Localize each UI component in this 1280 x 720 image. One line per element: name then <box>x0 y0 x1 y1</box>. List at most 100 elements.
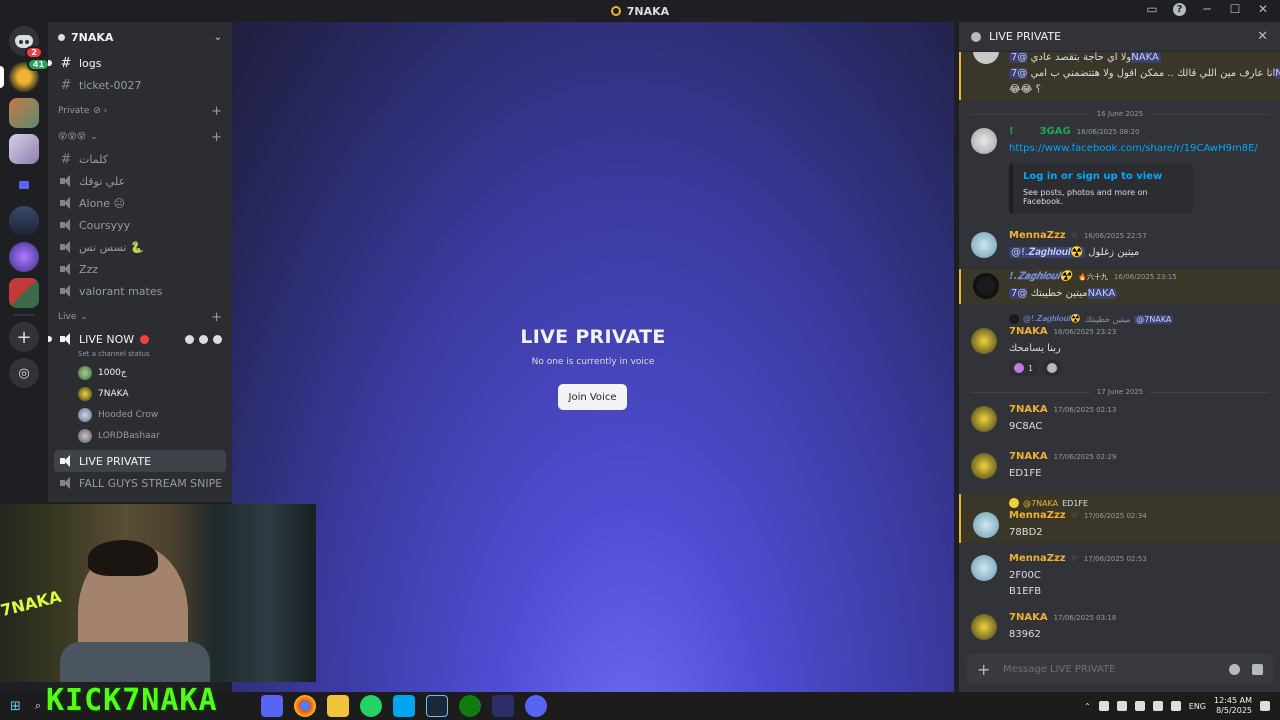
channel-voice-coursyyy[interactable]: Coursyyy <box>54 214 226 236</box>
language-indicator[interactable]: ENG <box>1189 702 1206 711</box>
author-name[interactable]: MennaZzz <box>1009 510 1066 521</box>
server-icon-2[interactable] <box>9 98 39 128</box>
channel-text-1[interactable]: # كلمات <box>54 148 226 170</box>
voice-user[interactable]: LORDBashaar <box>78 425 226 446</box>
channel-voice-valorant[interactable]: valorant mates <box>54 280 226 302</box>
chrome-icon[interactable] <box>294 695 317 717</box>
chevron-up-icon[interactable]: ⌃ <box>1084 702 1091 711</box>
emoji-icon[interactable] <box>1229 663 1240 675</box>
channel-voice-1[interactable]: علي توقك <box>54 170 226 192</box>
reply-preview[interactable]: @7NAKA ED1FE <box>1009 496 1271 510</box>
unread-indicator <box>48 336 52 342</box>
avatar[interactable] <box>971 453 997 479</box>
reaction[interactable]: 1 <box>1009 360 1039 376</box>
help-icon[interactable]: ? <box>1173 2 1186 16</box>
avatar[interactable] <box>971 232 997 258</box>
server-icon-4[interactable] <box>9 206 39 236</box>
chat-icon[interactable] <box>185 334 194 344</box>
author-name[interactable]: 7NAKA <box>1009 612 1048 623</box>
author-name[interactable]: 7NAKA <box>1009 404 1048 415</box>
voice-user[interactable]: 1000ج <box>78 362 226 383</box>
close-window-button[interactable]: ✕ <box>1256 2 1270 16</box>
apps-icon[interactable] <box>1252 663 1263 675</box>
channel-voice-4[interactable]: تسس تس 🐍 <box>54 236 226 258</box>
speaker-icon <box>59 219 73 231</box>
voice-user[interactable]: Hooded Crow <box>78 404 226 425</box>
minimize-button[interactable]: ─ <box>1200 2 1214 16</box>
volume-icon[interactable] <box>1152 701 1163 711</box>
steam-icon[interactable] <box>426 695 449 717</box>
add-reaction-button[interactable] <box>1042 360 1063 376</box>
server-header[interactable]: 7NAKA ⌄ <box>48 22 232 52</box>
channel-status[interactable]: Set a channel status <box>78 350 226 362</box>
inbox-icon[interactable]: ▭ <box>1145 2 1159 16</box>
category-private[interactable]: Private ⊘ › + <box>54 100 226 122</box>
channel-live-private[interactable]: LIVE PRIVATE <box>54 450 226 472</box>
category-live[interactable]: Live ⌄ + <box>54 306 226 328</box>
microphone-icon[interactable] <box>1116 701 1127 711</box>
whatsapp-icon[interactable] <box>360 695 383 717</box>
server-icon-3[interactable] <box>9 134 39 164</box>
author-name[interactable]: MennaZzz <box>1009 230 1066 241</box>
gear-icon[interactable] <box>213 334 222 344</box>
join-voice-button[interactable]: Join Voice <box>558 384 627 410</box>
channel-fall-guys[interactable]: FALL GUYS STREAM SNIPE <box>54 472 226 494</box>
channel-voice-alone[interactable]: Alone 😐 <box>54 192 226 214</box>
app-icon[interactable] <box>492 695 515 717</box>
avatar <box>1009 498 1019 508</box>
author-name[interactable]: MennaZzz <box>1009 553 1066 564</box>
create-channel-button[interactable]: + <box>211 310 222 325</box>
reply-preview[interactable]: @!.𝒁𝒂𝒈𝒉𝒍𝒐𝒖𝒍☢️ ميتين خطيبتك @7NAKA <box>1009 312 1271 326</box>
xbox-icon[interactable] <box>459 695 482 717</box>
message-composer[interactable]: + Message LIVE PRIVATE <box>967 654 1273 684</box>
category-emoji[interactable]: 😵😵😵 ⌄ + <box>54 126 226 148</box>
server-folder-icon[interactable] <box>9 170 39 200</box>
server-icon-7naka[interactable]: 41 <box>0 58 51 92</box>
author-name[interactable]: !.𝒁𝒂𝒈𝒉𝒍𝒐𝒖𝒍☢️ <box>1009 271 1072 282</box>
attach-plus-icon[interactable]: + <box>977 660 993 679</box>
create-channel-button[interactable]: + <box>211 104 222 119</box>
composer-placeholder[interactable]: Message LIVE PRIVATE <box>1003 664 1116 675</box>
store-icon[interactable] <box>393 695 416 717</box>
embed-title[interactable]: Log in or sign up to view <box>1023 171 1183 182</box>
start-icon[interactable]: ⊞ <box>10 699 21 714</box>
avatar[interactable] <box>973 273 999 299</box>
channel-voice-zzz[interactable]: Zzz <box>54 258 226 280</box>
discover-icon[interactable]: ◎ <box>9 358 39 388</box>
battery-icon[interactable] <box>1170 701 1181 711</box>
invite-icon[interactable] <box>199 334 208 344</box>
user-mention[interactable]: @!.𝒁𝒂𝒈𝒉𝒍𝒐𝒖𝒍☢️ <box>1009 247 1086 258</box>
avatar[interactable] <box>971 555 997 581</box>
avatar[interactable] <box>971 128 997 154</box>
notifications-icon[interactable] <box>1260 701 1270 711</box>
avatar[interactable] <box>971 614 997 640</box>
author-name[interactable]: 7NAKA <box>1009 326 1048 337</box>
author-name[interactable]: 3GAG <box>1040 126 1071 137</box>
channel-ticket[interactable]: # ticket-0027 <box>54 74 226 96</box>
author-prefix[interactable]: ! <box>1009 126 1014 137</box>
search-icon[interactable]: ⌕ <box>35 699 41 713</box>
clock[interactable]: 12:45 AM 8/5/2025 <box>1214 696 1252 716</box>
close-icon[interactable]: ✕ <box>1257 29 1268 44</box>
create-channel-button[interactable]: + <box>211 130 222 145</box>
network-icon[interactable] <box>1134 701 1145 711</box>
author-name[interactable]: 7NAKA <box>1009 451 1048 462</box>
add-server-button[interactable]: + <box>9 322 39 352</box>
direct-messages-button[interactable]: 2 <box>9 26 43 59</box>
voice-user[interactable]: 7NAKA <box>78 383 226 404</box>
channel-live-now[interactable]: LIVE NOW <box>48 328 226 350</box>
avatar[interactable] <box>971 406 997 432</box>
clock-date: 8/5/2025 <box>1216 706 1252 715</box>
avatar[interactable] <box>973 512 999 538</box>
server-icon-5[interactable] <box>9 242 39 272</box>
discord-running-icon[interactable] <box>525 695 548 717</box>
message-link[interactable]: https://www.facebook.com/share/r/19CAwH9… <box>1009 143 1258 154</box>
avatar[interactable] <box>971 328 997 354</box>
server-icon-6[interactable] <box>9 278 39 308</box>
chat-header: LIVE PRIVATE ✕ <box>959 22 1280 52</box>
maximize-button[interactable]: ☐ <box>1228 2 1242 16</box>
channel-logs[interactable]: # logs <box>48 52 226 74</box>
tray-app-icon[interactable] <box>1098 701 1109 711</box>
file-explorer-icon[interactable] <box>327 695 350 717</box>
neon-sign: 7NAKA <box>0 586 64 621</box>
